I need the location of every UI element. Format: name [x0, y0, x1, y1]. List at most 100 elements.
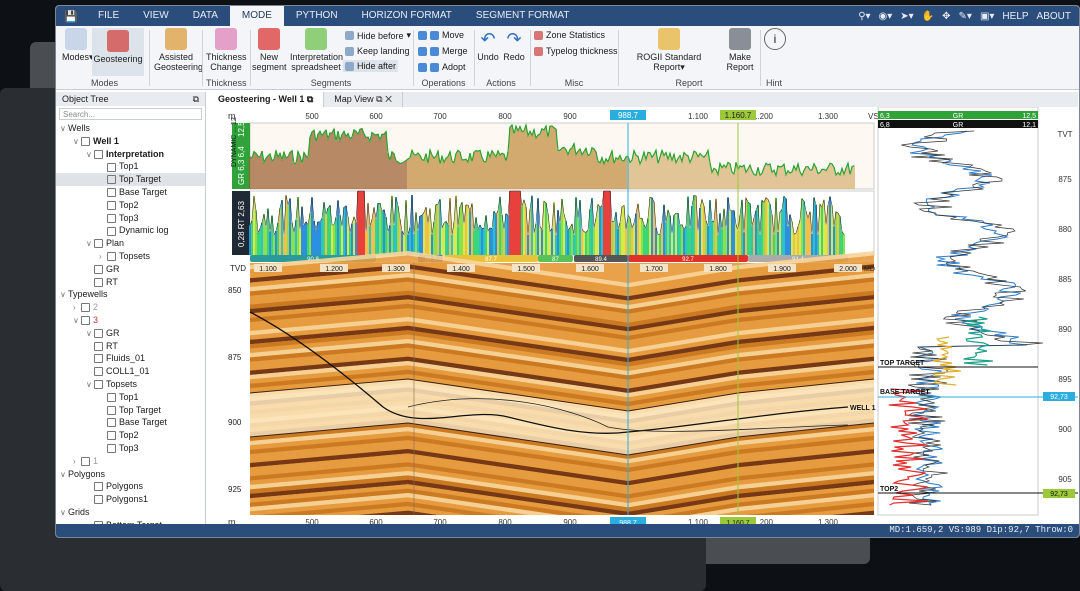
assisted-geosteering-button[interactable]: Assisted Geosteering: [154, 28, 203, 72]
separator: [250, 30, 251, 86]
tree-node[interactable]: ∨ 3: [56, 314, 205, 327]
undock-icon[interactable]: ⧉: [193, 94, 199, 104]
typelog-gr-min-2: 6,8: [880, 122, 890, 129]
segment-dip-label: 87: [552, 257, 559, 263]
undo-button[interactable]: ↶ Undo: [476, 28, 500, 62]
node-type-icon: [107, 252, 116, 262]
hide-after-button[interactable]: Hide after: [343, 60, 399, 72]
tree-node[interactable]: Polygons: [56, 480, 205, 493]
group-report: Report: [675, 78, 703, 88]
tree-node[interactable]: Base Target: [56, 186, 205, 199]
tree-node[interactable]: Top1: [56, 391, 205, 404]
geosteering-chart[interactable]: m 500 600 700 800 900 1.100 1.200 1.300 VS988.7 1.…: [208, 106, 1078, 537]
tree-node[interactable]: ∨ Typewells: [56, 288, 205, 301]
object-tree: Object Tree ⧉ Search... ∨ Wells ∨ Well 1 ∨ Int…: [56, 92, 206, 530]
tab-map-view[interactable]: Map View ⧉ ✕: [324, 92, 403, 107]
typelog-thickness-button[interactable]: Typelog thickness: [534, 46, 618, 56]
tab-geosteering-label: Geosteering - Well 1: [218, 94, 305, 104]
rogii-report-button[interactable]: ROGII Standard Report▾: [622, 28, 716, 72]
tree-node[interactable]: ∨ Polygons: [56, 468, 205, 481]
search-input[interactable]: Search...: [59, 108, 202, 120]
tree-node[interactable]: › Topsets: [56, 250, 205, 263]
undo-icon: ↶: [480, 29, 496, 49]
tab-geosteering[interactable]: Geosteering - Well 1 ⧉: [208, 92, 325, 107]
tree-node[interactable]: Polygons1: [56, 493, 205, 506]
tree-node[interactable]: Dynamic log: [56, 224, 205, 237]
keep-landing-button[interactable]: Keep landing: [345, 46, 410, 56]
tree-node[interactable]: Top3: [56, 212, 205, 225]
geosteering-button[interactable]: Geosteering: [92, 28, 144, 76]
tree-node[interactable]: Top Target: [56, 404, 205, 417]
ruler-icon[interactable]: ✎▾: [959, 11, 972, 22]
new-segment-button[interactable]: New segment: [252, 28, 287, 72]
geosteering-view[interactable]: m 500 600 700 800 900 1.100 1.200 1.300 VS 988.7 1.…: [208, 106, 1078, 537]
node-type-icon: [94, 239, 103, 249]
tree-node[interactable]: Top1: [56, 160, 205, 173]
hint-button[interactable]: i: [764, 28, 786, 52]
search-icon[interactable]: ⚲▾: [858, 11, 870, 22]
move-button[interactable]: Move: [418, 30, 464, 40]
tree-node[interactable]: Fluids_01: [56, 352, 205, 365]
camera-icon[interactable]: ▣▾: [980, 11, 994, 22]
tree-node[interactable]: RT: [56, 340, 205, 353]
tree-node[interactable]: Top3: [56, 442, 205, 455]
tree-node[interactable]: Top Target: [56, 173, 205, 186]
menu-tab-data[interactable]: DATA: [181, 6, 230, 26]
make-report-button[interactable]: Make Report: [724, 28, 756, 72]
menu-tab-segment-format[interactable]: SEGMENT FORMAT: [464, 6, 582, 26]
merge-button[interactable]: Merge: [418, 46, 468, 56]
vs-tick-label: 1.200: [753, 112, 774, 121]
help-link[interactable]: HELP: [1002, 11, 1028, 22]
adopt-button[interactable]: Adopt: [418, 62, 466, 72]
tree-node[interactable]: COLL1_01: [56, 365, 205, 378]
save-icon[interactable]: 💾: [56, 10, 86, 23]
menu-tab-mode[interactable]: MODE: [229, 6, 284, 26]
tree-node[interactable]: Top2: [56, 199, 205, 212]
tree-node[interactable]: RT: [56, 276, 205, 289]
tree-node[interactable]: Base Target: [56, 416, 205, 429]
tree-node-label: Top1: [119, 391, 139, 402]
base-target-label: BASE TARGET: [880, 389, 930, 396]
hide-before-label: Hide before: [357, 30, 404, 41]
menu-tab-view[interactable]: VIEW: [131, 6, 181, 26]
zone-statistics-button[interactable]: Zone Statistics: [534, 30, 605, 40]
interpretation-spreadsheet-button[interactable]: Interpretation spreadsheet: [290, 28, 343, 72]
typelog-gr-name-2: GR: [953, 122, 964, 129]
node-type-icon: [81, 316, 90, 326]
tree-node[interactable]: ∨ GR: [56, 327, 205, 340]
tree-node[interactable]: ∨ Topsets: [56, 378, 205, 391]
tree-node[interactable]: › 2: [56, 301, 205, 314]
tree-node[interactable]: › 1: [56, 455, 205, 468]
group-modes: Modes: [90, 78, 118, 88]
redo-icon: ↷: [506, 29, 522, 49]
hide-before-button[interactable]: Hide before ▾: [345, 30, 411, 41]
pointer-icon[interactable]: ➤▾: [900, 11, 913, 22]
hand-icon[interactable]: ✋: [922, 11, 934, 22]
menu-tab-file[interactable]: FILE: [86, 6, 131, 26]
tree-node-label: Typewells: [68, 289, 108, 300]
thickness-change-button[interactable]: Thickness Change: [206, 28, 247, 72]
tree-node[interactable]: ∨ Well 1: [56, 135, 205, 148]
about-link[interactable]: ABOUT: [1037, 11, 1071, 22]
node-type-icon: [94, 495, 103, 505]
tree-node[interactable]: GR: [56, 263, 205, 276]
menu-tab-python[interactable]: PYTHON: [284, 6, 350, 26]
md-tick-label: 1.100: [259, 266, 277, 273]
modes-button[interactable]: Modes▾: [62, 28, 94, 62]
tree-node[interactable]: ∨ Interpretation: [56, 148, 205, 161]
tree-node-label: Top2: [119, 430, 139, 441]
move-icon[interactable]: ✥: [942, 11, 950, 22]
tvt-tick-label: 890: [1058, 325, 1072, 334]
vs-tick-label: 1.300: [818, 112, 839, 121]
menu-tab-horizon-format[interactable]: HORIZON FORMAT: [350, 6, 464, 26]
hide-after-label: Hide after: [357, 61, 397, 71]
keep-landing-icon: [345, 46, 354, 56]
tree-node[interactable]: ∨ Grids: [56, 506, 205, 519]
redo-button[interactable]: ↷ Redo: [502, 28, 526, 62]
md-tick-label: 1.400: [452, 266, 470, 273]
green-marker-label: 1.160.7: [725, 111, 752, 120]
pin-icon[interactable]: ◉▾: [879, 11, 893, 22]
tree-node[interactable]: ∨ Wells: [56, 122, 205, 135]
tree-node[interactable]: ∨ Plan: [56, 237, 205, 250]
tree-node[interactable]: Top2: [56, 429, 205, 442]
